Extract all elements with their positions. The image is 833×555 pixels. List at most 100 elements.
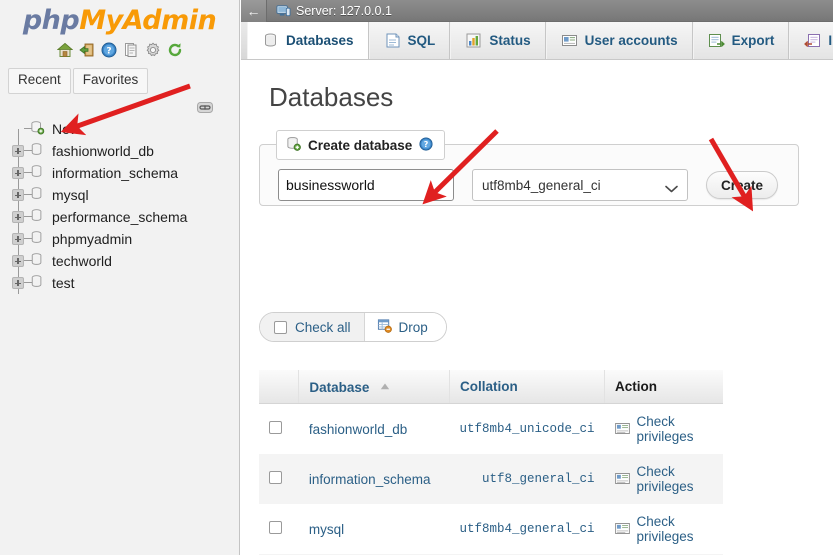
collation-select[interactable]: utf8mb4_general_ci <box>472 169 688 201</box>
expand-icon[interactable] <box>12 254 24 267</box>
tab-databases[interactable]: Databases <box>247 22 369 59</box>
database-link[interactable]: information_schema <box>309 472 431 487</box>
tab-label: Databases <box>286 33 354 48</box>
drop-label: Drop <box>398 319 428 335</box>
expand-icon[interactable] <box>12 210 24 223</box>
table-row: information_schema utf8_general_ci Check p… <box>259 454 723 504</box>
database-icon <box>262 32 279 49</box>
tree-item-new[interactable]: New <box>8 118 239 140</box>
tree-item-label: test <box>52 274 75 291</box>
expand-icon[interactable] <box>12 232 24 245</box>
export-icon <box>708 32 725 49</box>
expand-icon[interactable] <box>12 188 24 201</box>
tab-recent[interactable]: Recent <box>8 68 71 94</box>
expand-icon[interactable] <box>12 144 24 157</box>
svg-text:?: ? <box>106 47 111 57</box>
row-checkbox[interactable] <box>269 471 282 484</box>
drop-button[interactable]: Drop <box>364 313 446 341</box>
row-checkbox[interactable] <box>269 421 282 434</box>
expand-icon[interactable] <box>12 166 24 179</box>
tree-horizontal-line <box>24 172 32 174</box>
back-arrow-button[interactable]: ← <box>241 0 267 22</box>
tree-item-label: phpmyadmin <box>52 230 133 247</box>
header-collation[interactable]: Collation <box>449 370 606 404</box>
tab-import[interactable]: Import <box>789 22 833 59</box>
privileges-icon <box>614 472 630 487</box>
tree-horizontal-line <box>24 194 32 196</box>
row-checkbox-cell <box>259 403 299 454</box>
refresh-icon[interactable] <box>167 42 183 58</box>
create-button[interactable]: Create <box>706 171 779 199</box>
navigation-sidebar: phpMyAdmin ? Recent Favorites New fashio… <box>0 0 240 555</box>
main-pane: ← Server: 127.0.0.1 Databases SQL Status Us… <box>241 0 833 555</box>
check-privileges-action[interactable]: Check privileges <box>614 514 713 544</box>
tree-item-label: information_schema <box>52 164 179 181</box>
tree-vertical-line <box>18 128 19 140</box>
tree-item-fashionworld-db[interactable]: fashionworld_db <box>8 139 239 162</box>
check-all-button[interactable]: Check all <box>260 313 365 341</box>
tab-favorites[interactable]: Favorites <box>72 68 149 94</box>
check-privileges-link[interactable]: Check privileges <box>637 414 713 444</box>
collation-cell: utf8mb4_general_ci <box>449 504 605 554</box>
tree-connector <box>8 227 32 250</box>
check-privileges-link[interactable]: Check privileges <box>637 514 713 544</box>
table-header-row: Database Collation Action <box>259 370 723 404</box>
expand-icon[interactable] <box>12 276 24 289</box>
tab-sql[interactable]: SQL <box>368 22 451 59</box>
home-icon[interactable] <box>56 42 73 58</box>
server-bar: ← Server: 127.0.0.1 <box>241 0 833 22</box>
phpmyadmin-logo[interactable]: phpMyAdmin <box>0 0 239 36</box>
tree-item-phpmyadmin[interactable]: phpmyadmin <box>8 227 239 250</box>
check-privileges-action[interactable]: Check privileges <box>614 464 713 494</box>
database-icon <box>30 164 46 182</box>
drop-icon <box>377 318 392 336</box>
check-privileges-action[interactable]: Check privileges <box>614 414 713 444</box>
tab-label: Export <box>731 33 775 48</box>
sidebar-chain-row <box>0 94 239 116</box>
header-database[interactable]: Database <box>298 370 450 404</box>
check-privileges-link[interactable]: Check privileges <box>637 464 713 494</box>
settings-icon[interactable] <box>145 42 161 58</box>
tree-item-information-schema[interactable]: information_schema <box>8 161 239 184</box>
table-row: fashionworld_db utf8mb4_unicode_ci Check p… <box>259 403 723 454</box>
tree-connector <box>8 271 32 294</box>
privileges-icon <box>614 522 630 537</box>
logo-php-text: php <box>22 5 80 36</box>
database-link[interactable]: mysql <box>309 522 344 537</box>
database-icon <box>30 208 46 226</box>
database-name-cell: information_schema <box>298 454 450 504</box>
tab-export[interactable]: Export <box>692 22 790 59</box>
database-name-cell: mysql <box>298 504 450 554</box>
tree-item-label: performance_schema <box>52 208 188 225</box>
tree-connector <box>8 249 32 272</box>
create-database-legend: Create database ? <box>276 130 446 160</box>
databases-table: Database Collation Action fashionworld_d… <box>259 370 723 555</box>
tree-item-test[interactable]: test <box>8 271 239 294</box>
row-checkbox[interactable] <box>269 521 282 534</box>
tab-user-accounts[interactable]: User accounts <box>545 22 693 59</box>
database-icon <box>30 252 46 270</box>
tree-connector <box>8 183 32 206</box>
tree-horizontal-line <box>24 260 32 262</box>
collation-cell: utf8mb4_unicode_ci <box>449 403 605 454</box>
check-all-label: Check all <box>295 319 351 335</box>
svg-text:?: ? <box>424 140 429 149</box>
sidebar-tabs: Recent Favorites <box>8 68 239 94</box>
check-all-checkbox[interactable] <box>274 320 287 334</box>
tree-item-performance-schema[interactable]: performance_schema <box>8 205 239 228</box>
logout-icon[interactable] <box>78 42 95 58</box>
create-database-help-icon[interactable]: ? <box>419 136 433 154</box>
database-name-input[interactable] <box>278 169 454 201</box>
privileges-icon <box>614 422 630 437</box>
link-icon[interactable] <box>197 100 213 113</box>
tree-item-label: New <box>52 120 81 137</box>
database-link[interactable]: fashionworld_db <box>309 422 407 437</box>
tree-item-mysql[interactable]: mysql <box>8 183 239 206</box>
help-icon[interactable]: ? <box>101 42 117 58</box>
tree-item-techworld[interactable]: techworld <box>8 249 239 272</box>
tree-connector <box>8 139 32 162</box>
action-cell: Check privileges <box>604 454 723 504</box>
docs-icon[interactable] <box>123 42 139 58</box>
tab-status[interactable]: Status <box>450 22 546 59</box>
create-database-panel: Create database ? utf8mb4_general_ci <box>259 130 799 206</box>
